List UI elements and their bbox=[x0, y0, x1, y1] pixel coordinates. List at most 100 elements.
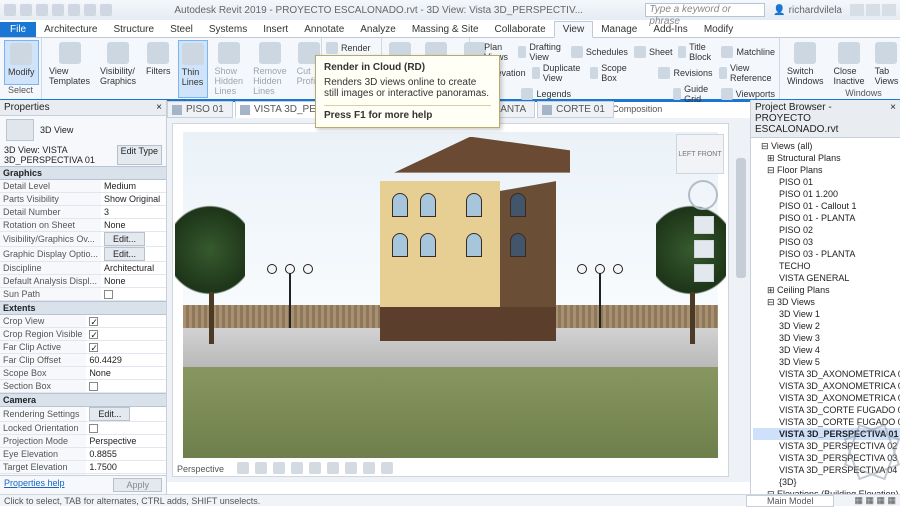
qat-home-icon[interactable] bbox=[4, 4, 16, 16]
tree-leaf[interactable]: PISO 02 bbox=[753, 224, 900, 236]
tree-leaf[interactable]: 3D View 4 bbox=[753, 344, 900, 356]
prop-value[interactable] bbox=[86, 380, 166, 393]
gfx-remove-button[interactable]: RemoveHidden Lines bbox=[250, 40, 290, 98]
qat-measure-icon[interactable] bbox=[100, 4, 112, 16]
ribbon-tab-analyze[interactable]: Analyze bbox=[352, 22, 404, 37]
tree-leaf[interactable]: PISO 01 bbox=[753, 176, 900, 188]
prop-value[interactable]: None bbox=[101, 219, 166, 232]
prop-value[interactable]: Perspective bbox=[86, 435, 166, 448]
prop-value[interactable]: None bbox=[86, 367, 166, 380]
tree-leaf[interactable]: PISO 03 bbox=[753, 236, 900, 248]
tree-leaf[interactable]: 3D View 1 bbox=[753, 308, 900, 320]
viewport-scrollbar[interactable] bbox=[734, 118, 748, 482]
orbit-icon[interactable] bbox=[694, 264, 714, 282]
workset-combo[interactable]: Main Model bbox=[746, 495, 835, 507]
qat-open-icon[interactable] bbox=[20, 4, 32, 16]
win-switch-button[interactable]: SwitchWindows bbox=[784, 40, 827, 88]
tree-leaf[interactable]: VISTA 3D_AXONOMETRICA 02 bbox=[753, 380, 900, 392]
ribbon-tab-modify[interactable]: Modify bbox=[696, 22, 741, 37]
ribbon-tab-architecture[interactable]: Architecture bbox=[36, 22, 105, 37]
edit-type-button[interactable]: Edit Type bbox=[117, 145, 162, 165]
view-control-bar[interactable] bbox=[237, 462, 393, 474]
tree-leaf[interactable]: VISTA GENERAL bbox=[753, 272, 900, 284]
prop-value[interactable]: Medium bbox=[101, 180, 166, 193]
prop-value[interactable]: Architectural bbox=[101, 262, 166, 275]
tree-leaf[interactable]: 3D View 3 bbox=[753, 332, 900, 344]
prop-value[interactable]: Edit... bbox=[101, 247, 166, 262]
prop-value[interactable] bbox=[86, 422, 166, 435]
gfx-thin-button[interactable]: ThinLines bbox=[178, 40, 208, 98]
tree-node[interactable]: ⊞ Structural Plans bbox=[753, 152, 900, 164]
tree-leaf[interactable]: PISO 01 1.200 bbox=[753, 188, 900, 200]
view-cube[interactable]: LEFT FRONT bbox=[676, 134, 724, 174]
tree-leaf[interactable]: PISO 01 - Callout 1 bbox=[753, 200, 900, 212]
instance-combo[interactable]: 3D View: VISTA 3D_PERSPECTIVA 01 bbox=[4, 145, 113, 165]
modify-button[interactable]: Modify bbox=[4, 40, 39, 85]
prop-value[interactable]: 1.7500 bbox=[86, 461, 166, 474]
prop-value[interactable]: None bbox=[101, 275, 166, 288]
type-selector[interactable]: 3D View bbox=[0, 116, 166, 144]
sign-in-user[interactable]: 👤 richardvilela bbox=[773, 5, 842, 16]
prop-category-camera[interactable]: Camera bbox=[0, 393, 166, 407]
prop-value[interactable]: Show Original bbox=[101, 193, 166, 206]
tree-node[interactable]: ⊞ Ceiling Plans bbox=[753, 284, 900, 296]
properties-close-icon[interactable]: × bbox=[156, 102, 162, 113]
render-button[interactable]: Render bbox=[326, 42, 377, 54]
ribbon-tab-file[interactable]: File bbox=[0, 22, 36, 37]
prop-value[interactable]: Edit... bbox=[101, 232, 166, 247]
prop-value[interactable] bbox=[86, 341, 166, 354]
tree-root[interactable]: ⊟ Views (all) bbox=[753, 140, 900, 152]
detail-icon[interactable] bbox=[255, 462, 267, 474]
tree-leaf[interactable]: PISO 01 - PLANTA bbox=[753, 212, 900, 224]
help-search-input[interactable]: Type a keyword or phrase bbox=[645, 3, 765, 17]
drawing-area[interactable]: Perspective LEFT FRONT bbox=[173, 124, 728, 476]
sunpath-icon[interactable] bbox=[291, 462, 303, 474]
doc-tab-4[interactable]: CORTE 01 bbox=[537, 101, 614, 118]
maximize-button[interactable] bbox=[866, 4, 880, 16]
gfx-view-button[interactable]: ViewTemplates bbox=[46, 40, 93, 98]
cmd-duplicate-view[interactable]: Duplicate View bbox=[532, 63, 585, 83]
ribbon-tab-steel[interactable]: Steel bbox=[162, 22, 201, 37]
project-browser-close-icon[interactable]: × bbox=[890, 102, 896, 135]
shadows-icon[interactable] bbox=[309, 462, 321, 474]
lock-icon[interactable] bbox=[363, 462, 375, 474]
prop-category-graphics[interactable]: Graphics bbox=[0, 166, 166, 180]
tree-leaf[interactable]: VISTA 3D_CORTE FUGADO 01 bbox=[753, 404, 900, 416]
tree-leaf[interactable]: 3D View 5 bbox=[753, 356, 900, 368]
ribbon-tab-insert[interactable]: Insert bbox=[255, 22, 296, 37]
cmd-scope-box[interactable]: Scope Box bbox=[590, 63, 631, 83]
win-tab-button[interactable]: TabViews bbox=[872, 40, 900, 88]
ribbon-tab-add-ins[interactable]: Add-Ins bbox=[645, 22, 695, 37]
prop-value[interactable] bbox=[86, 315, 166, 328]
gfx-filters-button[interactable]: Filters bbox=[143, 40, 174, 98]
apply-button[interactable]: Apply bbox=[113, 478, 162, 492]
gfx-show-button[interactable]: ShowHidden Lines bbox=[212, 40, 247, 98]
cmd-matchline[interactable]: Matchline bbox=[721, 42, 775, 62]
cmd-view-reference[interactable]: View Reference bbox=[719, 63, 776, 83]
tree-leaf[interactable]: TECHO bbox=[753, 260, 900, 272]
prop-value[interactable]: 3 bbox=[101, 206, 166, 219]
ribbon-tab-structure[interactable]: Structure bbox=[105, 22, 162, 37]
win-close-button[interactable]: CloseInactive bbox=[831, 40, 868, 88]
close-button[interactable] bbox=[882, 4, 896, 16]
qat-print-icon[interactable] bbox=[84, 4, 96, 16]
qat-redo-icon[interactable] bbox=[68, 4, 80, 16]
status-icons[interactable]: ▦ ▦ ▦ ▦ bbox=[854, 495, 896, 506]
prop-category-extents[interactable]: Extents bbox=[0, 301, 166, 315]
prop-value[interactable]: 60.4429 bbox=[86, 354, 166, 367]
crop-icon[interactable] bbox=[327, 462, 339, 474]
ribbon-tab-systems[interactable]: Systems bbox=[201, 22, 255, 37]
cmd-revisions[interactable]: Revisions bbox=[658, 63, 712, 83]
tree-node[interactable]: ⊟ Floor Plans bbox=[753, 164, 900, 176]
qat-save-icon[interactable] bbox=[36, 4, 48, 16]
cmd-title-block[interactable]: Title Block bbox=[678, 42, 715, 62]
scale-icon[interactable] bbox=[237, 462, 249, 474]
properties-help-link[interactable]: Properties help bbox=[4, 478, 65, 492]
tree-leaf[interactable]: VISTA 3D_AXONOMETRICA 01 bbox=[753, 368, 900, 380]
pan-icon[interactable] bbox=[694, 216, 714, 234]
cmd-sheet[interactable]: Sheet bbox=[634, 42, 673, 62]
tree-leaf[interactable]: PISO 03 - PLANTA bbox=[753, 248, 900, 260]
quick-access-toolbar[interactable] bbox=[4, 4, 112, 16]
ribbon-tab-manage[interactable]: Manage bbox=[593, 22, 645, 37]
tree-node[interactable]: ⊟ 3D Views bbox=[753, 296, 900, 308]
